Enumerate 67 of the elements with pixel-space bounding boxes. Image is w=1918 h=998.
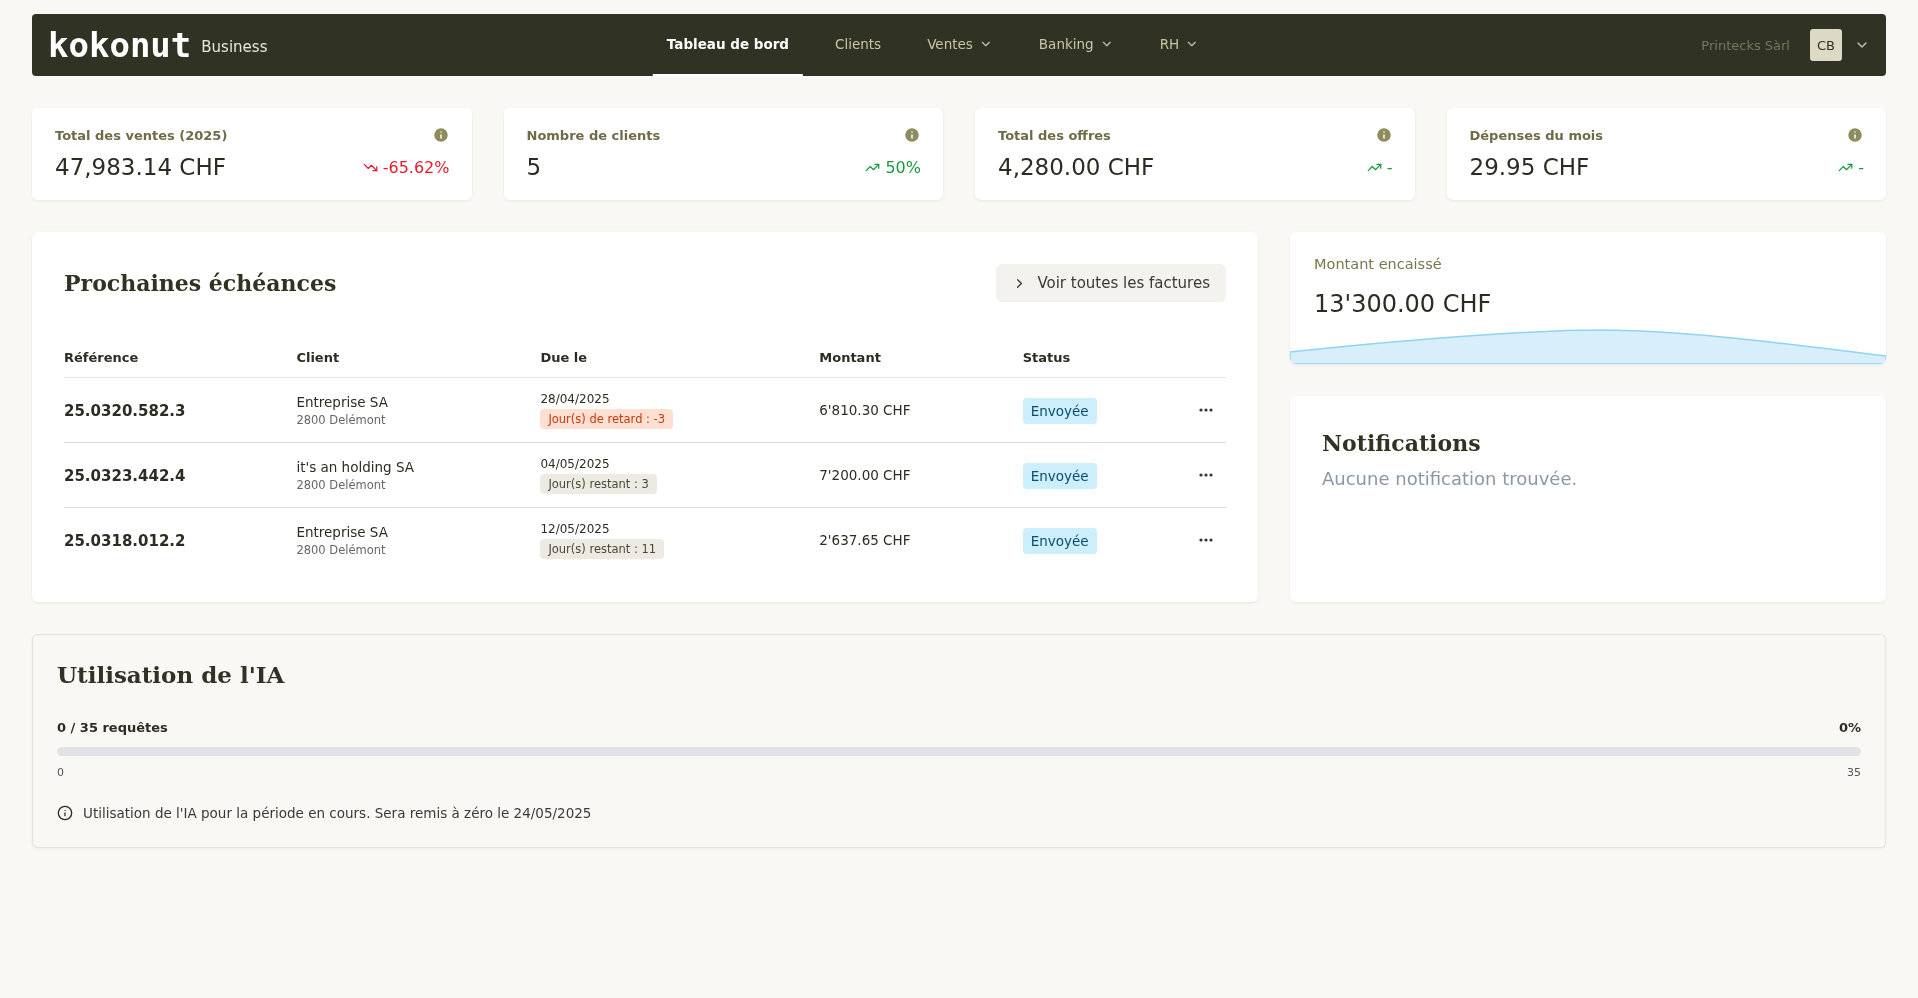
info-icon[interactable]	[903, 126, 921, 144]
status-badge: Envoyée	[1022, 397, 1097, 424]
more-icon	[1198, 408, 1213, 412]
client-name: it's an holding SA	[296, 458, 415, 475]
client-name: Entreprise SA	[296, 523, 389, 540]
info-icon[interactable]	[1846, 126, 1864, 144]
stat-trend: -	[1838, 157, 1864, 177]
invoice-reference: 25.0318.012.2	[64, 531, 186, 550]
nav-tab[interactable]: RH	[1145, 14, 1214, 76]
logo[interactable]: kokonut	[48, 25, 192, 65]
column-header: Montant	[819, 350, 1023, 378]
due-date: 12/05/2025	[540, 521, 611, 536]
stat-value: 29.95 CHF	[1469, 154, 1590, 180]
column-header: Référence	[64, 350, 297, 378]
status-badge: Envoyée	[1022, 462, 1097, 489]
nav-tab[interactable]: Tableau de bord	[652, 14, 804, 76]
stat-trend: -65.62%	[362, 157, 450, 177]
amount: 6'810.30 CHF	[819, 402, 912, 418]
nav-tab[interactable]: Banking	[1024, 14, 1128, 76]
stat-label: Dépenses du mois	[1469, 127, 1604, 143]
axis-min: 0	[57, 766, 64, 779]
column-header: Due le	[540, 350, 820, 378]
stat-label: Total des offres	[998, 127, 1111, 143]
stat-trend: -	[1366, 157, 1393, 177]
section-title: Prochaines échéances	[64, 270, 337, 296]
days-badge: Jour(s) de retard : -3	[540, 408, 674, 429]
stat-trend: 50%	[865, 157, 921, 177]
amount: 2'637.65 CHF	[819, 532, 912, 549]
usage-note: Utilisation de l'IA pour la période en cours. Sera remis à zéro le 24/05/2025	[83, 805, 592, 821]
logo-subtitle: Business	[201, 38, 268, 56]
stat-value: 5	[526, 154, 542, 180]
section-title: Notifications	[1322, 430, 1482, 456]
amount: 7'200.00 CHF	[819, 467, 912, 483]
days-badge: Jour(s) restant : 11	[540, 538, 665, 559]
stat-value: 4,280.00 CHF	[998, 154, 1155, 180]
stat-value: 47,983.14 CHF	[55, 154, 226, 180]
collected-label: Montant encaissé	[1314, 256, 1443, 272]
invoice-reference: 25.0320.582.3	[64, 401, 186, 420]
nav-tab[interactable]: Ventes	[913, 14, 1007, 76]
more-icon	[1198, 538, 1213, 543]
status-badge: Envoyée	[1022, 527, 1097, 554]
info-icon	[57, 805, 73, 821]
requests-count: 0 / 35 requêtes	[57, 720, 168, 735]
company-name: Printecks Sàrl	[1701, 37, 1790, 53]
due-date: 04/05/2025	[540, 456, 611, 471]
client-city: 2800 Delémont	[296, 542, 387, 557]
info-icon[interactable]	[431, 126, 450, 144]
empty-message: Aucune notification trouvée.	[1322, 468, 1579, 489]
info-icon[interactable]	[1374, 126, 1393, 144]
usage-percent: 0%	[1838, 720, 1861, 735]
section-title: Utilisation de l'IA	[57, 661, 286, 688]
column-header: Client	[296, 350, 541, 378]
view-invoices-button[interactable]: Voir toutes les factures	[996, 264, 1226, 302]
more-icon	[1198, 473, 1213, 477]
client-city: 2800 Delémont	[296, 477, 387, 492]
user-avatar[interactable]: CB	[1810, 29, 1842, 61]
due-date: 28/04/2025	[540, 391, 611, 406]
collected-value: 13'300.00 CHF	[1314, 290, 1493, 318]
days-badge: Jour(s) restant : 3	[540, 473, 657, 494]
client-city: 2800 Delémont	[296, 412, 387, 427]
stat-label: Nombre de clients	[526, 127, 661, 143]
invoice-reference: 25.0323.442.4	[64, 466, 186, 485]
client-name: Entreprise SA	[296, 393, 389, 410]
axis-max: 35	[1847, 766, 1861, 779]
stat-label: Total des ventes (2025)	[55, 127, 228, 143]
column-header: Status	[1022, 350, 1197, 378]
nav-tab[interactable]: Clients	[821, 14, 896, 76]
